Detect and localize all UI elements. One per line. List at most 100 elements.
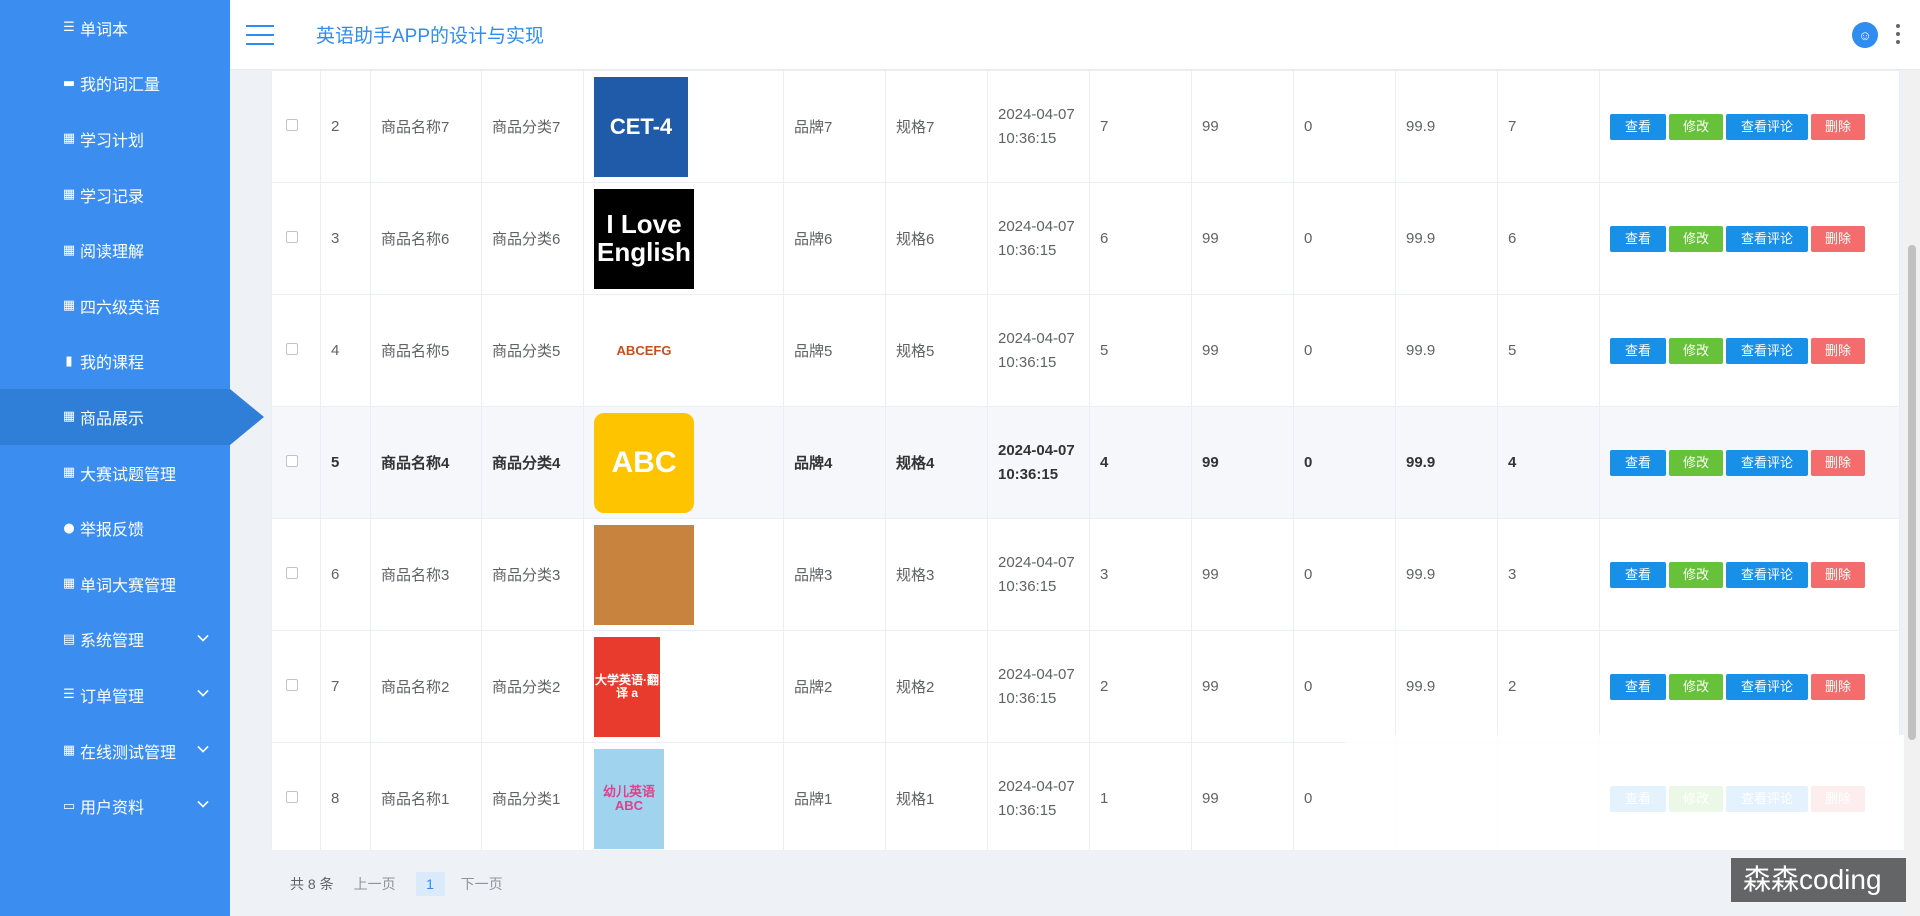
cell-sort: 5: [1497, 294, 1600, 407]
sidebar-item-online-test[interactable]: ▦ 在线测试管理: [0, 723, 230, 779]
sidebar-item-label: 大赛试题管理: [80, 466, 177, 484]
row-checkbox[interactable]: [286, 343, 298, 355]
row-checkbox[interactable]: [286, 679, 298, 691]
cell-index: 6: [320, 518, 371, 631]
view-button[interactable]: 查看: [1610, 113, 1667, 140]
sidebar-item-products[interactable]: ▦ 商品展示: [0, 389, 264, 445]
row-checkbox[interactable]: [286, 231, 298, 243]
app-title: 英语助手APP的设计与实现: [316, 26, 545, 47]
cell-spec: 规格7: [885, 70, 988, 183]
delete-button[interactable]: 删除: [1811, 113, 1866, 140]
sidebar-item-word-contest[interactable]: ▦ 单词大赛管理: [0, 556, 230, 612]
sidebar-item-label: 在线测试管理: [80, 744, 177, 762]
view-button[interactable]: 查看: [1610, 337, 1667, 364]
cell-time: 2024-04-07 10:36:15: [987, 182, 1090, 295]
view-comments-button[interactable]: 查看评论: [1726, 225, 1809, 252]
grid-icon: ▦: [62, 242, 76, 258]
view-comments-button[interactable]: 查看评论: [1726, 337, 1809, 364]
view-button[interactable]: 查看: [1610, 673, 1667, 700]
cell-index: 2: [320, 70, 371, 183]
edit-button[interactable]: 修改: [1669, 561, 1724, 588]
sidebar-item-label: 单词大赛管理: [80, 577, 177, 595]
sidebar-item-record[interactable]: ▦ 学习记录: [0, 167, 230, 223]
cell-product-name: 商品名称4: [370, 406, 482, 519]
sidebar-item-label: 系统管理: [80, 633, 145, 651]
next-page-button[interactable]: 下一页: [461, 874, 503, 894]
delete-button[interactable]: 删除: [1811, 673, 1866, 700]
sidebar-item-contest-questions[interactable]: ▦ 大赛试题管理: [0, 445, 230, 501]
sidebar-item-label: 用户资料: [80, 800, 145, 818]
row-checkbox[interactable]: [286, 119, 298, 131]
cell-product-category: 商品分类6: [481, 182, 584, 295]
delete-button[interactable]: 删除: [1811, 225, 1866, 252]
row-checkbox-cell: [271, 406, 321, 519]
cell-product-image: CET-4: [583, 70, 784, 183]
product-image: CET-4: [594, 76, 688, 177]
cell-price: 99.9: [1395, 182, 1498, 295]
sidebar-item-label: 阅读理解: [80, 244, 145, 262]
sidebar-item-vocab[interactable]: ▬ 我的词汇量: [0, 56, 230, 112]
sidebar-item-user-profile[interactable]: ▭ 用户资料: [0, 778, 230, 834]
sidebar: ☰ 单词本 ▬ 我的词汇量 ▦ 学习计划 ▦ 学习记录 ▦ 阅读理解 ▦ 四六级英语 ▮ 我的…: [0, 0, 264, 916]
view-comments-button[interactable]: 查看评论: [1726, 673, 1809, 700]
sidebar-item-cet[interactable]: ▦ 四六级英语: [0, 278, 230, 334]
view-button[interactable]: 查看: [1610, 561, 1667, 588]
cell-time: 2024-04-07 10:36:15: [987, 406, 1090, 519]
cell-sort: 4: [1497, 406, 1600, 519]
sidebar-item-course[interactable]: ▮ 我的课程: [0, 334, 230, 390]
row-checkbox-cell: [271, 630, 321, 743]
cell-count: 0: [1293, 518, 1396, 631]
cell-product-name: 商品名称2: [370, 630, 482, 743]
sidebar-item-label: 举报反馈: [80, 522, 145, 540]
sidebar-item-wordbook[interactable]: ☰ 单词本: [0, 0, 230, 56]
cell-index: 5: [320, 406, 371, 519]
view-comments-button[interactable]: 查看评论: [1726, 113, 1809, 140]
delete-button[interactable]: 删除: [1811, 561, 1866, 588]
cell-sort: 3: [1497, 518, 1600, 631]
cell-product-name: 商品名称6: [370, 182, 482, 295]
top-header: 英语助手APP的设计与实现 ☺: [230, 0, 1920, 70]
view-button[interactable]: 查看: [1610, 225, 1667, 252]
cell-product-name: 商品名称1: [370, 742, 482, 850]
cell-index: 4: [320, 294, 371, 407]
cell-product-image: 幼儿英语 ABC: [583, 742, 784, 850]
edit-button[interactable]: 修改: [1669, 449, 1724, 476]
sidebar-item-report[interactable]: ● 举报反馈: [0, 500, 230, 556]
list-icon: ☰: [63, 20, 75, 36]
edit-button[interactable]: 修改: [1669, 225, 1724, 252]
cell-brand: 品牌4: [783, 406, 886, 519]
cell-time: 2024-04-07 10:36:15: [987, 630, 1090, 743]
view-button[interactable]: 查看: [1610, 449, 1667, 476]
sidebar-item-orders[interactable]: ☰ 订单管理: [0, 667, 230, 723]
cell-product-image: ABCEFG: [583, 294, 784, 407]
view-comments-button[interactable]: 查看评论: [1726, 561, 1809, 588]
cell-stock: 3: [1089, 518, 1192, 631]
edit-button[interactable]: 修改: [1669, 113, 1724, 140]
cell-spec: 规格4: [885, 406, 988, 519]
menu-toggle-icon[interactable]: [246, 24, 274, 45]
book-icon: ▮: [65, 353, 73, 369]
cell-brand: 品牌2: [783, 630, 886, 743]
delete-button[interactable]: 删除: [1811, 337, 1866, 364]
row-checkbox[interactable]: [286, 567, 298, 579]
sidebar-item-label: 四六级英语: [80, 299, 161, 317]
sidebar-item-system[interactable]: ▤ 系统管理: [0, 612, 230, 668]
edit-button[interactable]: 修改: [1669, 337, 1724, 364]
row-checkbox[interactable]: [286, 791, 298, 803]
page-number-button[interactable]: 1: [415, 872, 445, 896]
delete-button[interactable]: 删除: [1811, 449, 1866, 476]
edit-button[interactable]: 修改: [1669, 673, 1724, 700]
view-comments-button[interactable]: 查看评论: [1726, 449, 1809, 476]
more-vertical-icon[interactable]: [1896, 24, 1900, 44]
row-checkbox[interactable]: [286, 455, 298, 467]
cell-price: 99.9: [1395, 70, 1498, 183]
cell-actions: 查看修改查看评论删除: [1599, 518, 1900, 631]
blur-overlay: [1345, 735, 1920, 850]
grid-icon: ▦: [62, 409, 76, 425]
sidebar-item-plan[interactable]: ▦ 学习计划: [0, 111, 230, 167]
avatar[interactable]: ☺: [1852, 22, 1878, 48]
cell-price: 99.9: [1395, 406, 1498, 519]
scrollbar-thumb[interactable]: [1908, 245, 1916, 740]
prev-page-button[interactable]: 上一页: [354, 874, 396, 894]
sidebar-item-reading[interactable]: ▦ 阅读理解: [0, 222, 230, 278]
